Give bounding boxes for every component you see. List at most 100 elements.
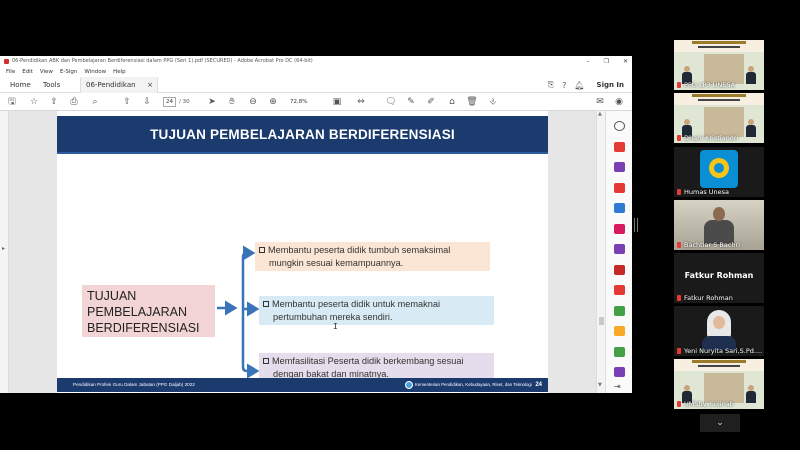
previous-page-icon[interactable]: ⇧ — [121, 96, 133, 108]
expand-panel-icon[interactable]: ▸ — [2, 245, 5, 252]
combine-files-icon[interactable] — [614, 224, 625, 234]
tab-bar: Home Tools 06-Pendidikan ABK... × ⎘ ? 🔔︎… — [0, 77, 632, 105]
text-cursor-icon: I — [333, 322, 338, 331]
notification-bell-icon[interactable]: 🔔︎ — [574, 81, 584, 90]
collapse-rail-icon[interactable]: ⇥ — [614, 383, 625, 393]
goal-point-text: Memfasilitasi Peserta didik berkembang s… — [272, 356, 464, 366]
screen: 06-Pendidikan ABK dan Pembelajaran Berdi… — [0, 0, 800, 450]
participant-name: Dhani Kristiandri — [684, 134, 739, 142]
participant-tile[interactable]: Humas Unesa — [674, 147, 764, 197]
pdf-app-icon — [4, 59, 9, 64]
select-cursor-icon[interactable]: ➤ — [206, 96, 218, 108]
print-icon[interactable]: ⎙ — [68, 96, 80, 108]
page-number-input[interactable]: 24 — [163, 97, 176, 107]
split-handle[interactable] — [634, 218, 638, 232]
scrollbar-thumb[interactable] — [599, 317, 604, 325]
participant-display-name: Fatkur Rohman — [684, 271, 754, 280]
participant-name: Humas Unesa — [684, 188, 730, 196]
left-panel-toggle[interactable]: ▸ — [0, 111, 9, 393]
footer-left-text: Pendidikan Profesi Guru Dalam Jabatan (P… — [73, 382, 195, 387]
menu-esign[interactable]: E-Sign — [60, 67, 77, 77]
participant-tile[interactable]: UMSby_Sujinah — [674, 359, 764, 409]
muted-mic-icon — [677, 189, 681, 195]
participant-tile[interactable]: Yeni Nuryita Sari,S.Pd.... — [674, 306, 764, 356]
stamp-icon[interactable]: ⌂ — [446, 96, 458, 108]
comment-icon[interactable]: 🗨︎ — [385, 96, 397, 108]
print-production-icon[interactable] — [614, 347, 625, 357]
menu-file[interactable]: File — [6, 67, 15, 77]
bookmark-star-icon[interactable]: ☆ — [28, 96, 40, 108]
participant-tile[interactable]: PPG LP3 UNESA — [674, 40, 764, 90]
slide-page-number: 24 — [535, 382, 542, 388]
help-icon[interactable]: ? — [562, 81, 566, 90]
zoom-search-icon[interactable]: ⌕ — [89, 96, 101, 108]
hand-tool-icon[interactable]: ✋︎ — [226, 96, 238, 108]
menu-view[interactable]: View — [40, 67, 53, 77]
organize-pages-icon[interactable] — [614, 244, 625, 254]
highlight-pen-icon[interactable]: ✎ — [405, 96, 417, 108]
menu-window[interactable]: Window — [84, 67, 106, 77]
participant-name: PPG LP3 UNESA — [684, 81, 736, 89]
zoom-level-select[interactable]: 72,8% — [290, 97, 322, 107]
participant-tile-active-speaker[interactable]: Dhani Kristiandri — [674, 93, 764, 143]
comment-tool-icon[interactable] — [614, 203, 625, 213]
participant-tile[interactable]: Fatkur Rohman Fatkur Rohman — [674, 253, 764, 303]
mail-icon[interactable]: ✉ — [594, 96, 606, 108]
delete-icon[interactable]: 🗑︎ — [466, 96, 478, 108]
close-window-button[interactable]: ✕ — [623, 56, 628, 67]
zoom-tool-icon[interactable] — [614, 121, 625, 131]
text-edit-icon[interactable]: ⎀ — [487, 96, 499, 108]
protect-icon[interactable] — [614, 285, 625, 295]
save-icon[interactable]: 🖫︎ — [6, 96, 18, 108]
tools-rail: ⇥ — [605, 111, 632, 393]
goal-point-1: Membantu peserta didik tumbuh semaksimal… — [255, 242, 490, 271]
document-area: ▸ TUJUAN PEMBELAJARAN BERDIFERENSIASI TU… — [0, 111, 605, 393]
close-tab-icon[interactable]: × — [147, 77, 153, 93]
redact-icon[interactable] — [614, 265, 625, 275]
muted-mic-icon — [677, 135, 681, 141]
minimize-button[interactable]: – — [587, 56, 590, 67]
goal-point-2: Membantu peserta didik untuk memaknai pe… — [259, 296, 494, 325]
share-icon[interactable]: ⎘ — [548, 80, 554, 90]
main-concept-box: TUJUAN PEMBELAJARAN BERDIFERENSIASI — [82, 285, 215, 337]
tab-tools[interactable]: Tools — [43, 77, 60, 93]
menu-edit[interactable]: Edit — [22, 67, 33, 77]
goal-point-text: Membantu peserta didik untuk memaknai — [272, 299, 441, 309]
create-pdf-icon[interactable] — [614, 162, 625, 172]
title-bar: 06-Pendidikan ABK dan Pembelajaran Berdi… — [0, 56, 632, 67]
participant-tile[interactable]: Bachtiar S Bachri — [674, 200, 764, 250]
kemendikbud-logo-icon — [405, 381, 413, 389]
muted-mic-icon — [677, 401, 681, 407]
tab-home[interactable]: Home — [10, 77, 31, 93]
participant-name: Bachtiar S Bachri — [684, 241, 741, 249]
arrow-to-point-1 — [241, 245, 256, 261]
participant-name: UMSby_Sujinah — [684, 400, 734, 408]
vertical-scrollbar[interactable]: ▲ ▼ — [596, 111, 605, 393]
export-pdf-icon[interactable] — [614, 142, 625, 152]
account-icon[interactable]: ◉ — [613, 96, 625, 108]
scroll-up-icon[interactable]: ▲ — [598, 111, 602, 117]
upload-icon[interactable]: ⇪ — [48, 96, 60, 108]
muted-mic-icon — [677, 242, 681, 248]
chevron-down-icon[interactable]: ⌄ — [700, 414, 740, 432]
more-tools-icon[interactable] — [614, 367, 625, 377]
main-concept-line: TUJUAN — [87, 289, 137, 303]
arrow-to-point-3 — [241, 363, 260, 379]
next-page-icon[interactable]: ⇩ — [141, 96, 153, 108]
slide-page: TUJUAN PEMBELAJARAN BERDIFERENSIASI TUJU… — [57, 111, 548, 393]
compress-icon[interactable] — [614, 306, 625, 316]
slide-footer: Pendidikan Profesi Guru Dalam Jabatan (P… — [57, 378, 548, 392]
zoom-out-icon[interactable]: ⊖ — [247, 96, 259, 108]
fit-page-icon[interactable]: ▣ — [331, 96, 343, 108]
draw-icon[interactable]: ✐ — [425, 96, 437, 108]
menu-help[interactable]: Help — [113, 67, 126, 77]
edit-pdf-icon[interactable] — [614, 183, 625, 193]
maximize-button[interactable]: ❐ — [604, 56, 609, 67]
scroll-down-icon[interactable]: ▼ — [598, 382, 602, 388]
scroll-mode-icon[interactable]: ⇔ — [355, 96, 367, 108]
tab-document[interactable]: 06-Pendidikan ABK... × — [80, 77, 158, 105]
fill-sign-icon[interactable] — [614, 326, 625, 336]
main-concept-line: BERDIFERENSIASI — [87, 321, 200, 335]
sign-in-button[interactable]: Sign In — [597, 81, 624, 89]
zoom-in-icon[interactable]: ⊕ — [267, 96, 279, 108]
